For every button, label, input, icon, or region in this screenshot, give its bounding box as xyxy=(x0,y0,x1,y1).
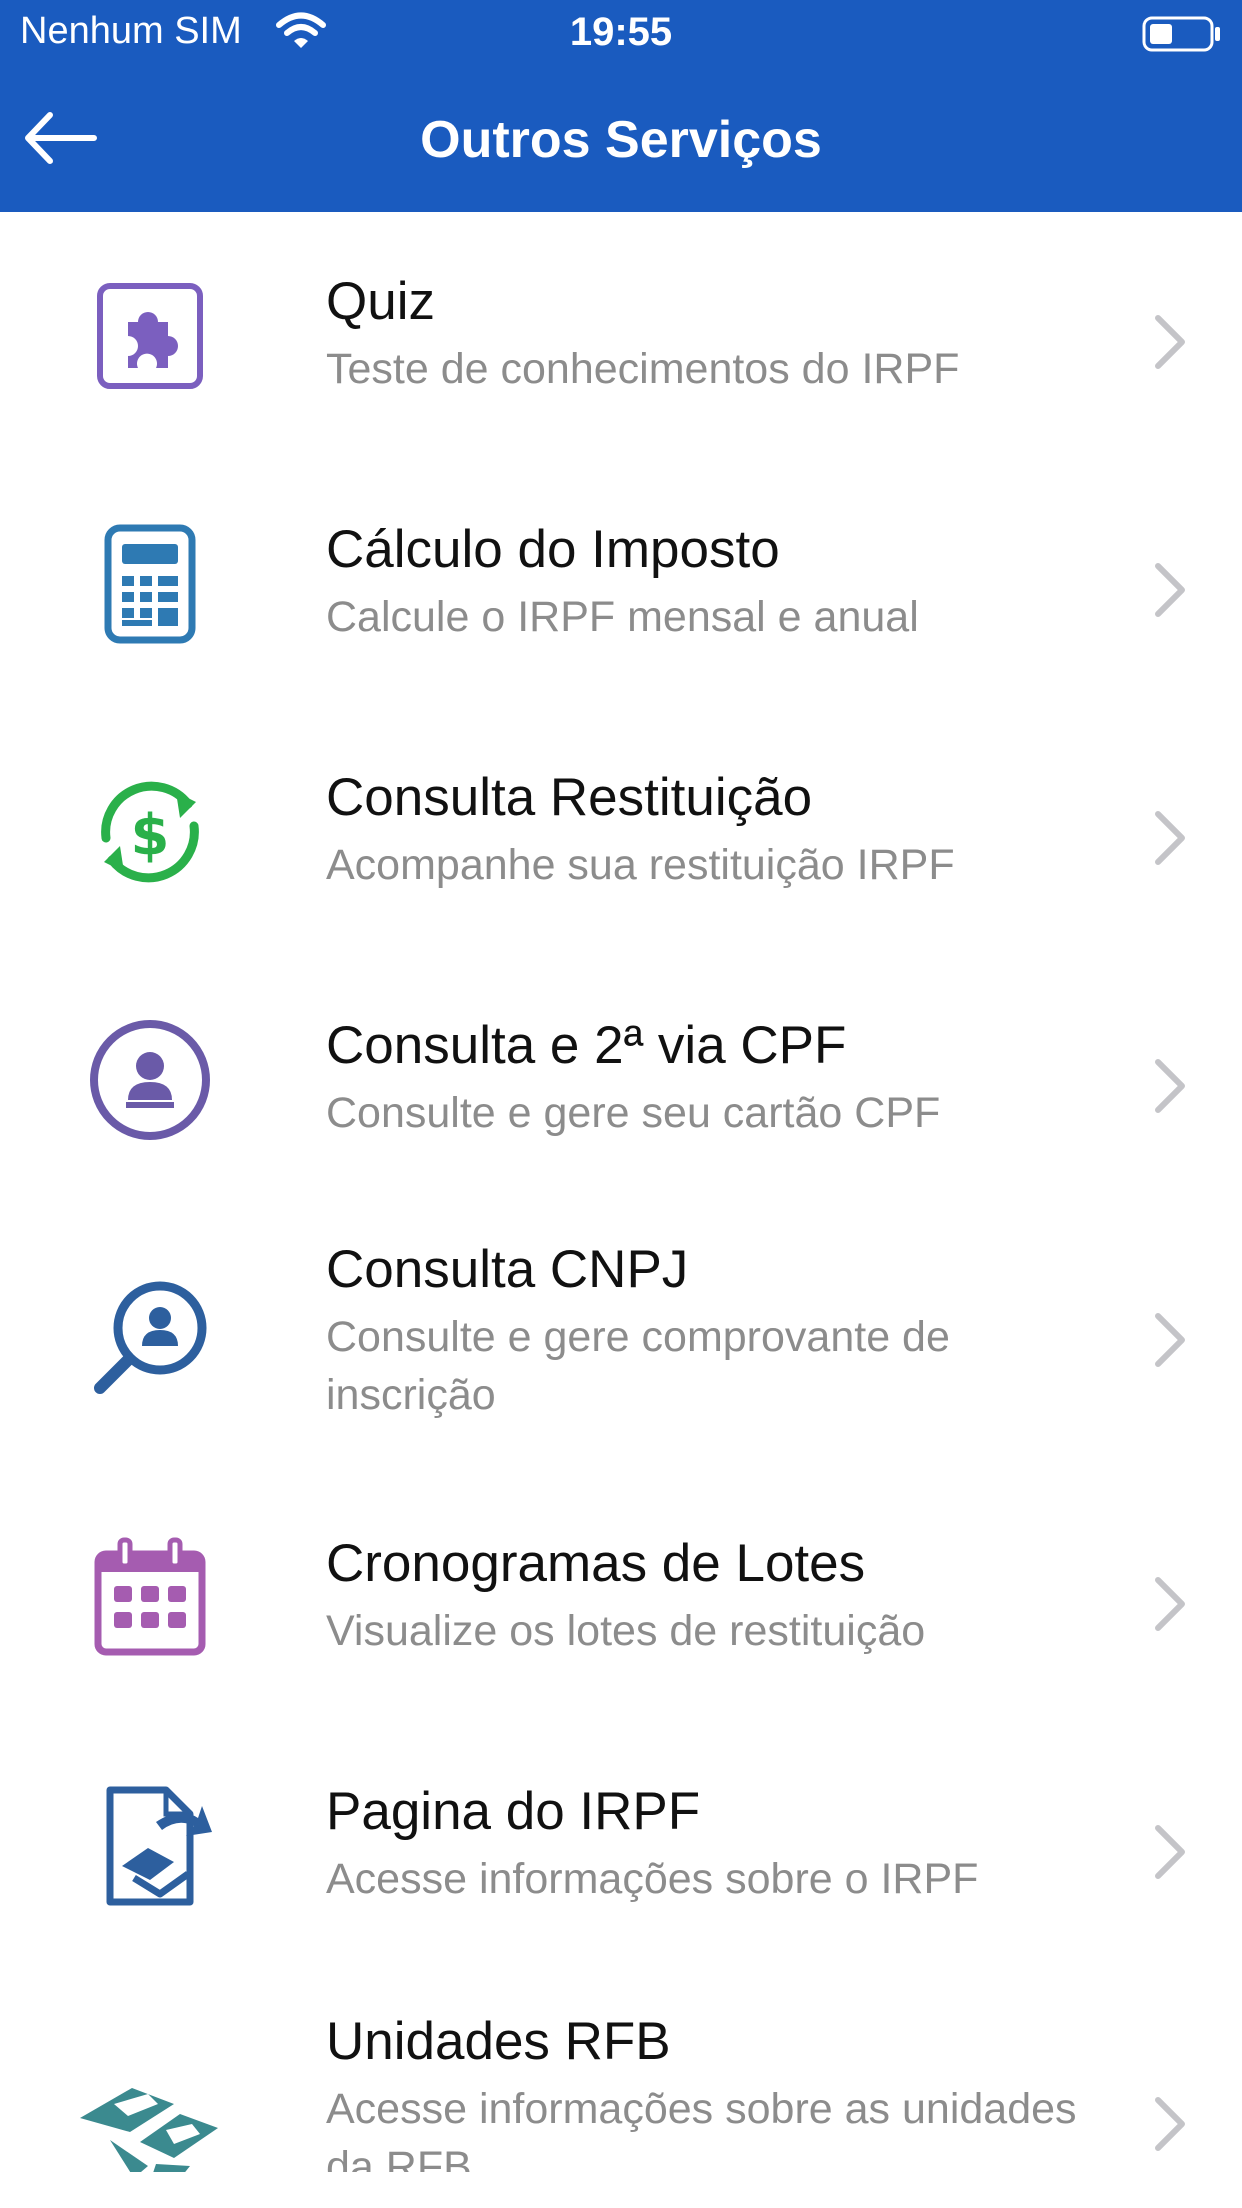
status-time: 19:55 xyxy=(569,10,673,54)
service-subtitle: Acesse informações sobre o IRPF xyxy=(326,1855,979,1903)
service-subtitle: Acesse informações sobre as unidades da … xyxy=(326,2085,1077,2172)
service-subtitle: Consulte e gere comprovante de inscrição xyxy=(326,1313,950,1419)
service-item-consulta-cnpj[interactable]: Consulta CNPJ Consulte e gere comprovant… xyxy=(0,1204,1242,1474)
search-user-icon xyxy=(70,1256,230,1416)
page-title: Outros Serviços xyxy=(420,111,822,169)
chevron-right-icon xyxy=(1155,1825,1185,1879)
service-subtitle: Consulte e gere seu cartão CPF xyxy=(326,1089,941,1137)
service-title: Quiz xyxy=(326,272,435,331)
navigation-bar: Outros Serviços xyxy=(0,66,1242,212)
service-title: Consulta Restituição xyxy=(326,768,813,827)
status-bar: Nenhum SIM 19:55 xyxy=(0,0,1242,66)
user-circle-icon xyxy=(70,1000,230,1160)
chevron-right-icon xyxy=(1155,1577,1185,1631)
chevron-right-icon xyxy=(1155,811,1185,865)
service-item-calculo-imposto[interactable]: Cálculo do Imposto Calcule o IRPF mensal… xyxy=(0,460,1242,708)
chevron-right-icon xyxy=(1155,563,1185,617)
service-subtitle: Teste de conhecimentos do IRPF xyxy=(326,345,960,393)
service-item-cronogramas-lotes[interactable]: Cronogramas de Lotes Visualize os lotes … xyxy=(0,1474,1242,1722)
calendar-icon xyxy=(70,1518,230,1678)
document-share-icon xyxy=(70,1766,230,1926)
services-list: Quiz Teste de conhecimentos do IRPF Cálc… xyxy=(0,212,1242,2172)
app-header: Nenhum SIM 19:55 Outros Serviços xyxy=(0,0,1242,212)
service-title: Consulta e 2ª via CPF xyxy=(326,1016,847,1075)
service-item-consulta-restituicao[interactable]: $ Consulta Restituição Acompanhe sua res… xyxy=(0,708,1242,956)
chevron-right-icon xyxy=(1155,2097,1185,2151)
service-title: Cronogramas de Lotes xyxy=(326,1534,866,1593)
battery-icon xyxy=(1142,16,1220,52)
service-title: Consulta CNPJ xyxy=(326,1240,689,1299)
service-title: Unidades RFB xyxy=(326,2012,671,2071)
rfb-logo-icon xyxy=(70,2046,230,2172)
service-item-consulta-cpf[interactable]: Consulta e 2ª via CPF Consulte e gere se… xyxy=(0,956,1242,1204)
service-item-unidades-rfb[interactable]: Unidades RFB Acesse informações sobre as… xyxy=(0,1970,1242,2172)
service-subtitle: Visualize os lotes de restituição xyxy=(326,1607,926,1655)
chevron-right-icon xyxy=(1155,315,1185,369)
service-item-pagina-irpf[interactable]: Pagina do IRPF Acesse informações sobre … xyxy=(0,1722,1242,1970)
dollar-refresh-icon: $ xyxy=(70,752,230,912)
chevron-right-icon xyxy=(1155,1059,1185,1113)
service-subtitle: Calcule o IRPF mensal e anual xyxy=(326,593,919,641)
calculator-icon xyxy=(70,504,230,664)
service-title: Pagina do IRPF xyxy=(326,1782,701,1841)
puzzle-icon xyxy=(70,256,230,416)
chevron-right-icon xyxy=(1155,1313,1185,1367)
service-subtitle: Acompanhe sua restituição IRPF xyxy=(326,841,955,889)
service-item-quiz[interactable]: Quiz Teste de conhecimentos do IRPF xyxy=(0,212,1242,460)
service-title: Cálculo do Imposto xyxy=(326,520,780,579)
svg-text:$: $ xyxy=(131,803,170,868)
